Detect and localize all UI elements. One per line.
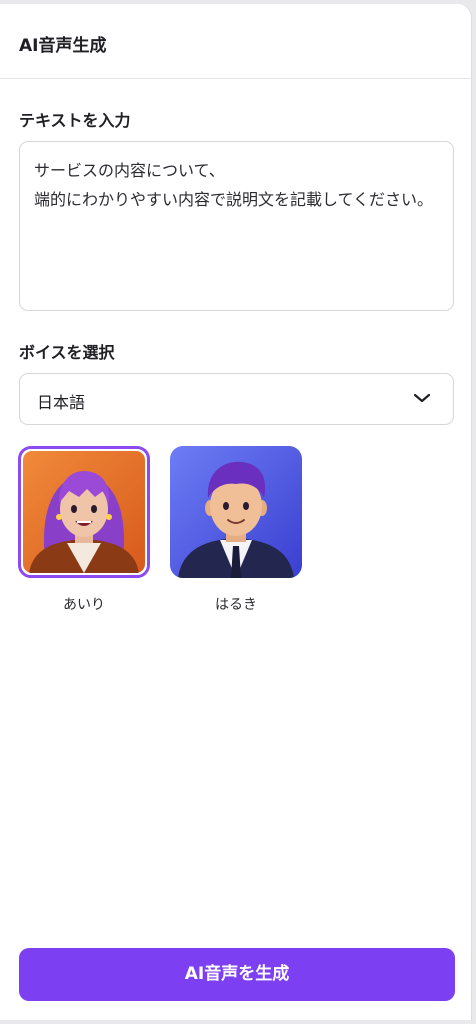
- voice-name-haruki: はるき: [215, 597, 257, 613]
- text-input-area[interactable]: サービスの内容について、 端的にわかりやすい内容で説明文を記載してください。: [19, 141, 454, 311]
- voice-avatar-haruki[interactable]: [170, 446, 302, 578]
- voice-option-airi[interactable]: あいり: [18, 446, 150, 614]
- language-select-value: 日本語: [37, 393, 86, 412]
- text-input-label: テキストを入力: [19, 111, 131, 130]
- voice-select-label: ボイスを選択: [19, 343, 115, 362]
- voice-option-haruki[interactable]: はるき: [170, 446, 302, 614]
- panel-header: AI音声生成: [0, 4, 472, 79]
- generate-voice-button[interactable]: AI音声を生成: [19, 948, 455, 1001]
- avatar-airi-image: [23, 451, 145, 573]
- voice-name-airi: あいり: [63, 597, 105, 613]
- panel-title: AI音声生成: [19, 36, 107, 56]
- language-select[interactable]: 日本語: [19, 373, 454, 425]
- avatar-haruki-image: [170, 446, 302, 578]
- chevron-down-icon: [413, 393, 431, 403]
- voice-avatar-airi[interactable]: [18, 446, 150, 578]
